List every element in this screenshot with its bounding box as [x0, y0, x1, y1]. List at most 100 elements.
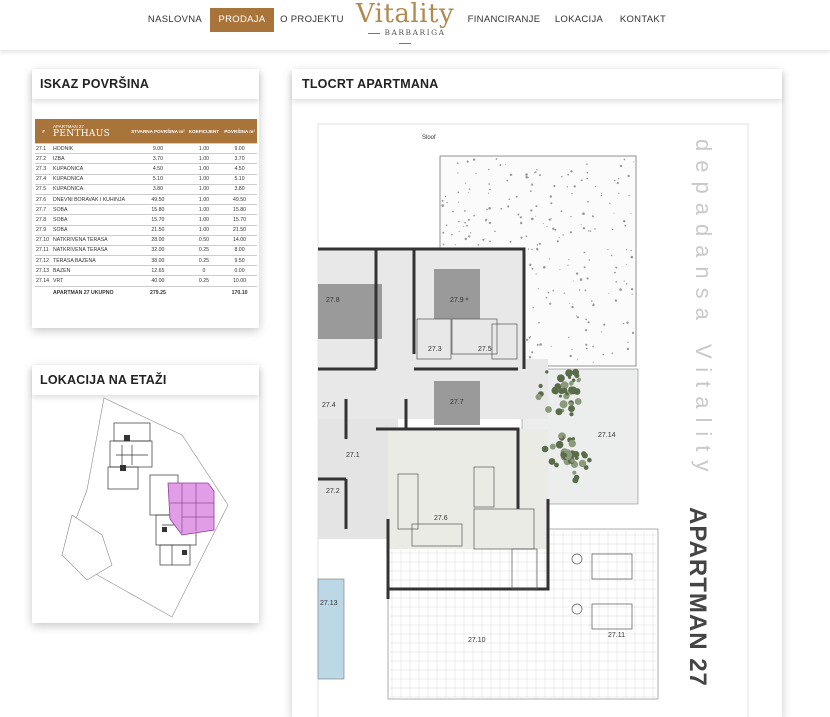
cell-no: 27.6	[35, 194, 53, 206]
label-27-8: 27.8	[326, 297, 340, 304]
table-row: 27.3 KUPAONICA 4.50 1.00 4.50	[35, 163, 257, 175]
cell-area: 4.50	[222, 163, 257, 175]
nav-naslovna[interactable]: NASLOVNA	[146, 8, 204, 32]
cell-area: 3.70	[222, 153, 257, 165]
cell-coef: 1.00	[185, 194, 223, 206]
cell-area: 10.00	[222, 275, 257, 287]
cell-name: NATKRIVENA TERASA	[52, 245, 131, 257]
cell-name: SOBA	[52, 214, 131, 226]
cell-real: 15.70	[130, 214, 186, 226]
label-27-3: 27.3	[428, 346, 442, 353]
table-row: 27.7 SOBA 15.80 1.00 15.80	[35, 204, 257, 216]
table-row: 27.2 IZBA 3.70 1.00 3.70	[35, 153, 257, 165]
label-27-11: 27.11	[608, 632, 625, 639]
cell-real: 15.80	[130, 204, 186, 216]
cell-area: 49.50	[222, 194, 257, 206]
table-row: 27.11 NATKRIVENA TERASA 32.00 0.25 8.00	[35, 245, 257, 257]
site-logo[interactable]: Vitality BARBARIGA	[355, 0, 455, 40]
cell-no: 27.13	[35, 265, 53, 277]
cell-real: 28.00	[130, 235, 186, 246]
cell-coef: 0.25	[185, 255, 223, 267]
label-27-6: 27.6	[434, 515, 448, 522]
col-hash: #	[35, 119, 53, 144]
cell-name: BAZEN	[52, 265, 131, 277]
cell-coef: 1.00	[185, 204, 223, 216]
area-table-body: 27.1 HODNIK 9.00 1.00 9.00 27.2 IZBA 3.70 1.00 3.…	[35, 143, 257, 287]
nav-o-projektu[interactable]: O PROJEKTU	[280, 8, 344, 32]
cell-name: IZBA	[52, 153, 131, 165]
label-27-14: 27.14	[598, 432, 616, 439]
table-row: 27.6 DNEVNI BORAVAK I KUHINJA 49.50 1.00 49.…	[35, 194, 257, 206]
area-panel-header: ISKAZ POVRŠINA	[32, 69, 259, 99]
location-panel-title: LOKACIJA NA ETAŽI	[40, 373, 167, 387]
area-table-header: # APARTMAN 27 PENTHAUS STVARNA POVRŠINA …	[35, 119, 257, 144]
nav-kontakt[interactable]: KONTAKT	[617, 8, 669, 32]
label-27-2: 27.2	[326, 488, 340, 495]
cell-area: 9.00	[222, 143, 257, 155]
cell-no: 27.1	[35, 143, 53, 155]
cell-real: 3.70	[130, 153, 186, 165]
table-row: 27.8 SOBA 15.70 1.00 15.70	[35, 214, 257, 226]
cell-area: 15.70	[222, 214, 257, 226]
label-27-10: 27.10	[468, 637, 486, 644]
location-panel: LOKACIJA NA ETAŽI	[32, 365, 259, 623]
cell-name: DNEVNI BORAVAK I KUHINJA	[52, 194, 131, 206]
cell-no: 27.8	[35, 214, 53, 226]
cell-no: 27.11	[35, 245, 53, 257]
cell-real: 12.65	[130, 265, 186, 277]
cell-coef: 1.00	[185, 184, 223, 195]
cell-coef: 0.50	[185, 235, 223, 246]
cell-area: 8.00	[222, 245, 257, 257]
table-row: 27.13 BAZEN 12.65 0 0.00	[35, 265, 257, 277]
cell-no: 27.12	[35, 255, 53, 267]
cell-no: 27.5	[35, 184, 53, 195]
table-row: 27.14 VRT 40.00 0.25 10.00	[35, 275, 257, 287]
logo-subtitle: BARBARIGA	[355, 28, 455, 48]
cell-coef: 0.25	[185, 245, 223, 257]
cell-no: 27.14	[35, 275, 53, 287]
cell-real: 21.50	[130, 225, 186, 236]
cell-name: VRT	[52, 275, 131, 287]
total-name: APARTMAN 27 UKUPNO	[53, 289, 114, 296]
depadansa-label: depadansa Vitality	[691, 139, 716, 480]
pool-27-13	[317, 578, 345, 680]
site-header: NASLOVNA PRODAJA O PROJEKTU Vitality BAR…	[0, 0, 830, 50]
cell-no: 27.3	[35, 163, 53, 175]
table-row: 27.5 KUPAONICA 3.80 1.00 3.80	[35, 184, 257, 195]
area-table: # APARTMAN 27 PENTHAUS STVARNA POVRŠINA …	[35, 119, 257, 299]
cell-coef: 1.00	[185, 174, 223, 185]
cell-no: 27.10	[35, 235, 53, 246]
area-table-total: APARTMAN 27 UKUPNO 279.25 170.10	[35, 286, 257, 299]
cell-name: KUPAONICA	[52, 163, 131, 175]
apartment-side-label: APARTMAN 27	[684, 507, 711, 687]
total-area: 170.10	[231, 289, 248, 296]
label-27-9: 27.9	[450, 297, 464, 304]
label-27-1: 27.1	[346, 452, 360, 459]
cell-coef: 1.00	[185, 143, 223, 155]
table-row: 27.4 KUPAONICA 5.10 1.00 5.10	[35, 174, 257, 185]
cell-coef: 1.00	[185, 225, 223, 236]
nav-prodaja[interactable]: PRODAJA	[210, 8, 274, 32]
table-row: 27.1 HODNIK 9.00 1.00 9.00	[35, 143, 257, 155]
col-real: STVARNA POVRŠINA m²	[130, 119, 186, 144]
cell-name: SOBA	[52, 225, 131, 236]
cell-name: TERASA BAZENA	[52, 255, 131, 267]
cell-real: 3.80	[130, 184, 186, 195]
table-row: 27.10 NATKRIVENA TERASA 28.00 0.50 14.00	[35, 235, 257, 246]
cell-no: 27.4	[35, 174, 53, 185]
cell-coef: 0	[185, 265, 223, 277]
total-real: 279.25	[149, 289, 166, 296]
label-roof: Sloof	[422, 135, 436, 141]
cell-area: 15.80	[222, 204, 257, 216]
cell-area: 3.80	[222, 184, 257, 195]
nav-lokacija[interactable]: LOKACIJA	[553, 8, 605, 32]
nav-financiranje[interactable]: FINANCIRANJE	[466, 8, 542, 32]
cell-area: 21.50	[222, 225, 257, 236]
table-row: 27.9 SOBA 21.50 1.00 21.50	[35, 225, 257, 236]
cell-real: 4.50	[130, 163, 186, 175]
cell-real: 38.00	[130, 255, 186, 267]
cell-coef: 1.00	[185, 153, 223, 165]
table-row: 27.12 TERASA BAZENA 38.00 0.25 9.50	[35, 255, 257, 267]
cell-name: KUPAONICA	[52, 174, 131, 185]
cell-name: NATKRIVENA TERASA	[52, 235, 131, 246]
